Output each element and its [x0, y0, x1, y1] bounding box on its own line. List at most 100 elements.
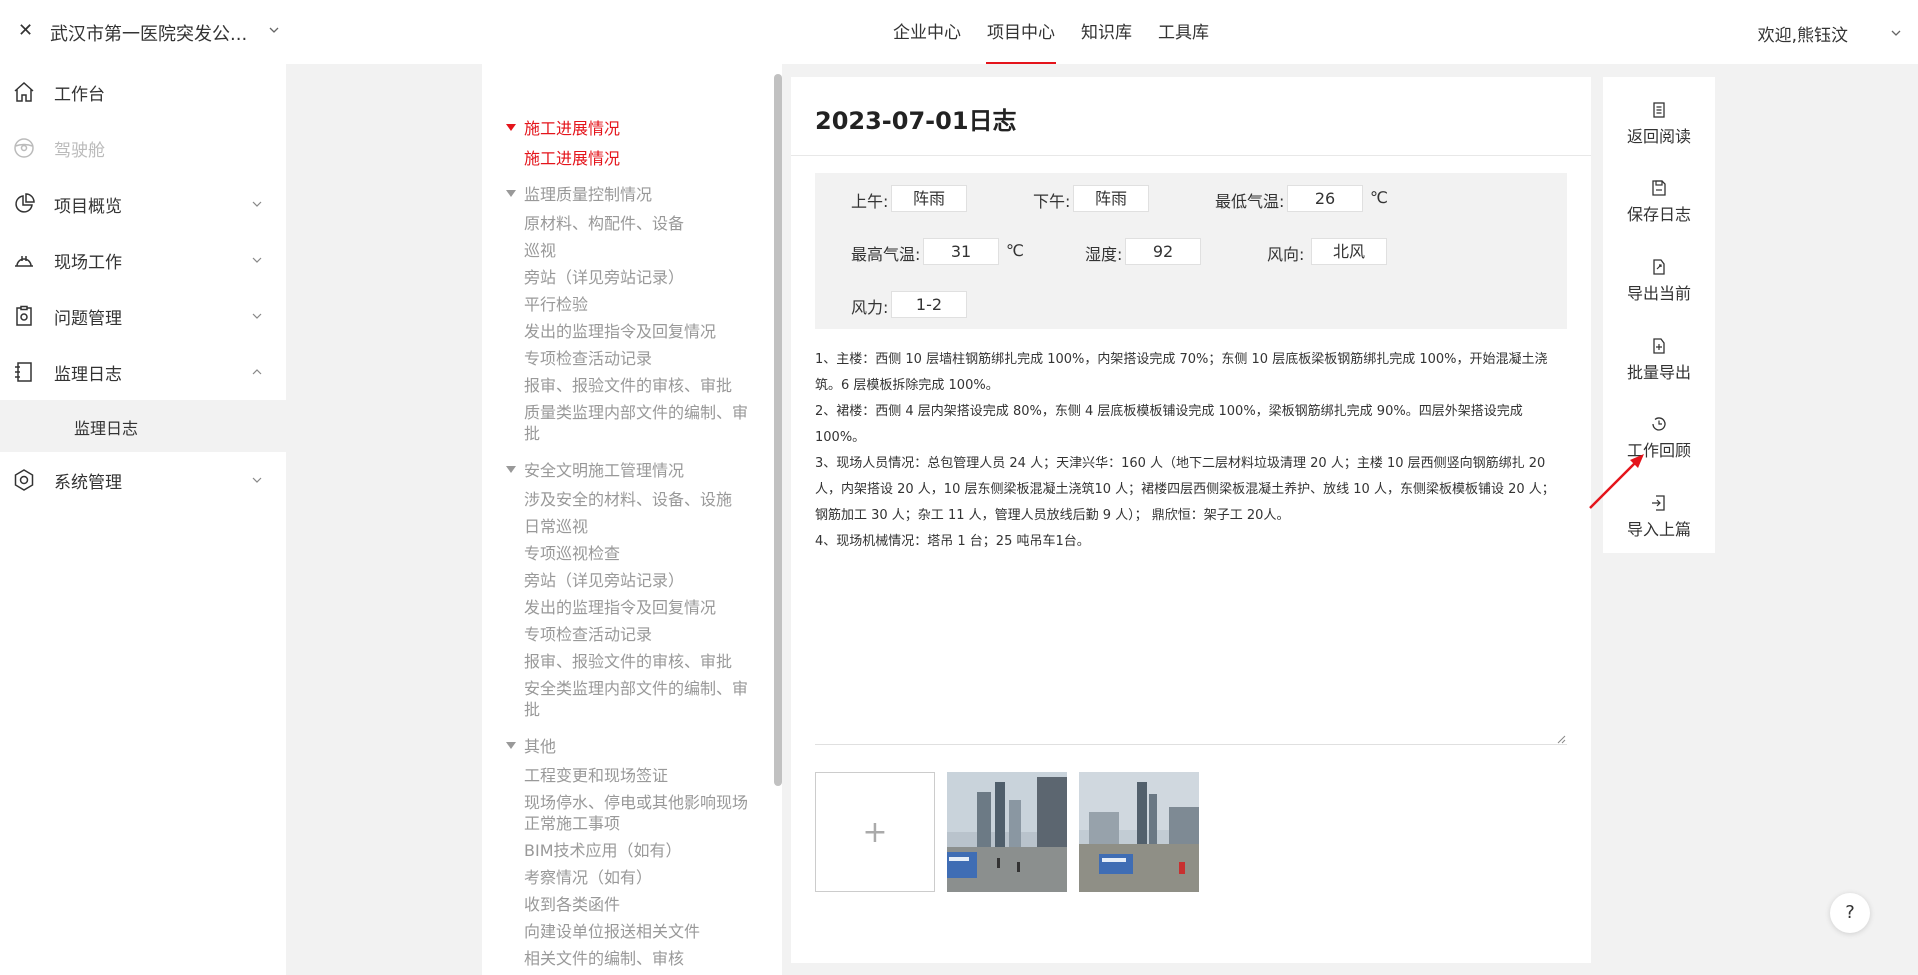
log-paragraph: 3、现场人员情况：总包管理人员 24 人；天津兴华：160 人（地下二层材料垃圾…	[815, 456, 1555, 523]
site-photo-image	[947, 772, 1067, 892]
outline-item[interactable]: 原材料、构配件、设备	[524, 213, 759, 234]
humidity-input[interactable]: 92	[1125, 238, 1201, 265]
action-label: 返回阅读	[1626, 127, 1691, 146]
outline-item[interactable]: 旁站（详见旁站记录）	[524, 570, 759, 591]
sidebar-item-label: 工作台	[54, 84, 105, 105]
outline-item[interactable]: 施工进展情况	[524, 148, 759, 169]
history-icon	[1652, 417, 1666, 431]
outline-item[interactable]: BIM技术应用（如有）	[524, 840, 759, 861]
pm-weather-input[interactable]: 阵雨	[1073, 185, 1149, 212]
sidebar-item-workbench[interactable]: 工作台	[0, 64, 286, 120]
outline-item[interactable]: 专项巡视检查	[524, 543, 759, 564]
save-icon	[1652, 180, 1666, 196]
close-icon[interactable]: ✕	[18, 20, 33, 41]
outline-item[interactable]: 报审、报验文件的审核、审批	[524, 651, 759, 672]
action-label: 保存日志	[1626, 205, 1691, 224]
sidebar-item-issue-management[interactable]: 问题管理	[0, 288, 286, 344]
min-temp-unit: ℃	[1370, 188, 1388, 207]
log-outline-panel: 施工进展情况 施工进展情况 监理质量控制情况 原材料、构配件、设备 巡视 旁站（…	[482, 64, 782, 975]
am-weather-input[interactable]: 阵雨	[891, 185, 967, 212]
humidity-label: 湿度:	[1085, 245, 1123, 264]
outline-item[interactable]: 收到各类函件	[524, 894, 759, 915]
nav-enterprise-center[interactable]: 企业中心	[880, 0, 974, 64]
outline-item[interactable]: 专项检查活动记录	[524, 624, 759, 645]
outline-item[interactable]: 发出的监理指令及回复情况	[524, 597, 759, 618]
outline-item[interactable]: 报审、报验文件的审核、审批	[524, 375, 759, 396]
outline-section-title: 其他	[524, 737, 557, 756]
outline-item[interactable]: 考察情况（如有）	[524, 867, 759, 888]
chevron-down-icon	[252, 201, 262, 207]
pie-chart-icon	[15, 193, 35, 213]
outline-section-other[interactable]: 其他	[506, 733, 556, 757]
clipboard-icon	[16, 305, 32, 326]
outline-item[interactable]: 向建设单位报送相关文件	[524, 921, 759, 942]
outline-section-quality-control[interactable]: 监理质量控制情况	[506, 181, 652, 205]
outline-item[interactable]: 旁站（详见旁站记录）	[524, 267, 759, 288]
sidebar-subitem-supervision-log[interactable]: 监理日志	[0, 400, 286, 452]
outline-item[interactable]: 发出的监理指令及回复情况	[524, 321, 759, 342]
outline-section-title: 施工进展情况	[524, 119, 621, 138]
wind-direction-input[interactable]: 北风	[1311, 238, 1387, 265]
outline-item[interactable]: 质量类监理内部文件的编制、审批	[524, 402, 759, 444]
outline-item[interactable]: 平行检验	[524, 294, 759, 315]
log-paragraph: 1、主楼：西侧 10 层墙柱钢筋绑扎完成 100%，内架搭设完成 70%；东侧 …	[815, 352, 1548, 393]
caret-down-icon	[506, 465, 516, 473]
weather-panel: 上午: 阵雨 下午: 阵雨 最低气温: 26 ℃ 最高气温: 31 ℃ 湿度: …	[815, 173, 1567, 329]
action-label: 批量导出	[1626, 363, 1691, 382]
sidebar: 工作台 驾驶舱 项目概览 现场工作 问题管理 监理日志 监理日志 系统管理	[0, 64, 286, 975]
sidebar-item-label: 驾驶舱	[54, 140, 105, 161]
book-icon	[15, 362, 32, 382]
nav-tool-library[interactable]: 工具库	[1145, 0, 1222, 64]
sidebar-item-system-management[interactable]: 系统管理	[0, 452, 286, 508]
outline-item[interactable]: 相关文件的编制、审核	[524, 948, 759, 969]
sidebar-item-project-overview[interactable]: 项目概览	[0, 176, 286, 232]
sidebar-item-supervision-log[interactable]: 监理日志	[0, 344, 286, 400]
chevron-down-icon	[252, 477, 262, 483]
sidebar-item-label: 系统管理	[54, 472, 122, 493]
outline-section-title: 监理质量控制情况	[524, 185, 653, 204]
export-current-button[interactable]: 导出当前	[1603, 258, 1715, 318]
nav-project-center[interactable]: 项目中心	[974, 0, 1068, 64]
title-divider	[791, 155, 1591, 156]
outline-item[interactable]: 涉及安全的材料、设备、设施	[524, 489, 759, 510]
sidebar-subitem-label: 监理日志	[74, 419, 139, 438]
log-content-textarea[interactable]: 1、主楼：西侧 10 层墙柱钢筋绑扎完成 100%，内架搭设完成 70%；东侧 …	[815, 347, 1567, 745]
chevron-up-icon	[252, 369, 262, 375]
outline-item[interactable]: 工程变更和现场签证	[524, 765, 759, 786]
batch-export-button[interactable]: 批量导出	[1603, 337, 1715, 397]
outline-item[interactable]: 专项检查活动记录	[524, 348, 759, 369]
outline-section-safety-management[interactable]: 安全文明施工管理情况	[506, 457, 684, 481]
min-temp-label: 最低气温:	[1215, 192, 1285, 211]
save-log-button[interactable]: 保存日志	[1603, 179, 1715, 239]
sidebar-item-site-work[interactable]: 现场工作	[0, 232, 286, 288]
nav-knowledge-base[interactable]: 知识库	[1068, 0, 1145, 64]
outline-section-construction-progress[interactable]: 施工进展情况	[506, 115, 620, 139]
min-temp-input[interactable]: 26	[1287, 185, 1363, 212]
helmet-icon	[15, 256, 33, 267]
chevron-down-icon	[252, 313, 262, 319]
export-icon	[1653, 259, 1665, 275]
outline-item[interactable]: 现场停水、停电或其他影响现场正常施工事项	[524, 792, 759, 834]
max-temp-input[interactable]: 31	[923, 238, 999, 265]
home-icon	[14, 81, 34, 102]
help-button[interactable]: ?	[1830, 893, 1870, 933]
add-photo-button[interactable]: +	[815, 772, 935, 892]
outline-scrollbar[interactable]	[774, 74, 782, 786]
resize-handle-icon[interactable]	[1556, 734, 1566, 744]
site-photo-thumbnail[interactable]	[1079, 772, 1199, 892]
user-chevron-down-icon[interactable]	[1888, 25, 1904, 41]
outline-item[interactable]: 安全类监理内部文件的编制、审批	[524, 678, 759, 720]
chevron-down-icon[interactable]	[266, 22, 282, 38]
steering-wheel-icon	[14, 138, 34, 158]
return-to-reading-button[interactable]: 返回阅读	[1603, 101, 1715, 161]
settings-icon	[14, 469, 34, 491]
welcome-user[interactable]: 欢迎,熊钰汶	[1758, 21, 1848, 46]
outline-item[interactable]: 巡视	[524, 240, 759, 261]
site-photo-thumbnail[interactable]	[947, 772, 1067, 892]
wind-force-input[interactable]: 1-2	[891, 291, 967, 318]
sidebar-item-cockpit[interactable]: 驾驶舱	[0, 120, 286, 176]
outline-item[interactable]: 日常巡视	[524, 516, 759, 537]
project-selector[interactable]: 武汉市第一医院突发公...	[50, 20, 247, 46]
red-annotation-arrow-icon	[1589, 454, 1644, 509]
top-nav: 企业中心 项目中心 知识库 工具库	[880, 0, 1222, 64]
